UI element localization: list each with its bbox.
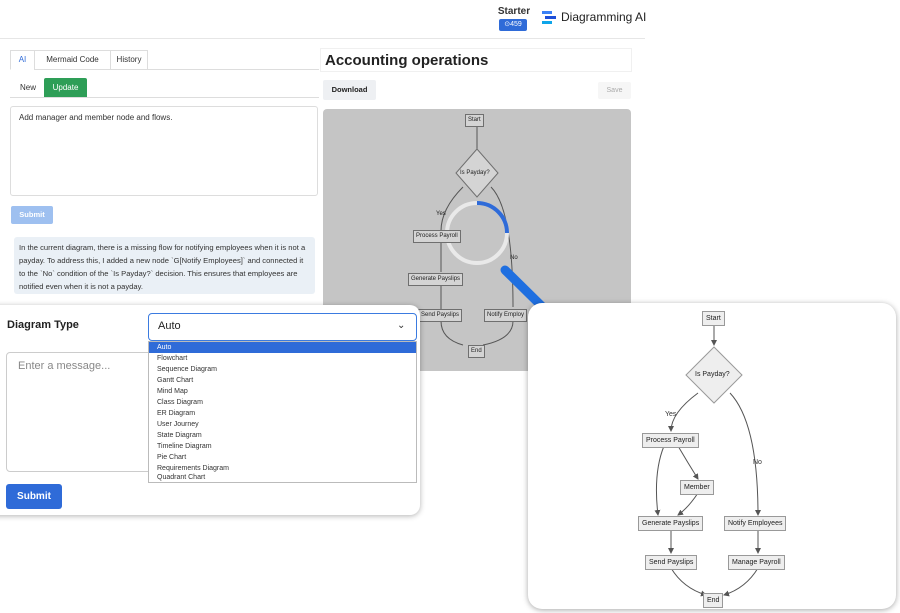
option-pie-chart[interactable]: Pie Chart: [149, 452, 416, 463]
option-gantt-chart[interactable]: Gantt Chart: [149, 375, 416, 386]
chevron-down-icon: ⌄: [397, 320, 406, 331]
zoomed-diagram-card: Start Is Payday? Process Payroll Member …: [528, 303, 896, 609]
zoom-node-notify[interactable]: Notify Employees: [724, 516, 787, 531]
submit-button-disabled[interactable]: Submit: [11, 206, 53, 224]
credits-badge[interactable]: ⊙459: [499, 19, 527, 31]
tab-ai[interactable]: AI: [10, 50, 35, 70]
preview-node-decision[interactable]: Is Payday?: [458, 168, 492, 179]
message-placeholder: Enter a message...: [18, 360, 111, 372]
option-user-journey[interactable]: User Journey: [149, 419, 416, 430]
preview-node-send[interactable]: Send Payslips: [418, 309, 463, 322]
preview-label-yes: Yes: [436, 211, 446, 217]
preview-node-start[interactable]: Start: [465, 114, 484, 127]
tab-history[interactable]: History: [110, 50, 148, 70]
zoom-node-send[interactable]: Send Payslips: [645, 555, 698, 570]
zoom-label-yes: Yes: [665, 411, 677, 418]
download-button[interactable]: Download: [323, 80, 376, 100]
diagram-type-value: Auto: [158, 320, 181, 332]
zoom-label-no: No: [753, 459, 762, 466]
zoom-node-end[interactable]: End: [703, 593, 724, 608]
option-mind-map[interactable]: Mind Map: [149, 386, 416, 397]
preview-node-process[interactable]: Process Payroll: [413, 230, 461, 243]
zoom-node-start[interactable]: Start: [702, 311, 725, 326]
logo-icon: [542, 11, 556, 24]
zoom-node-process[interactable]: Process Payroll: [642, 433, 699, 448]
editor-tabs: AI Mermaid Code History: [10, 50, 319, 70]
subtab-update[interactable]: Update: [44, 78, 87, 97]
zoom-node-decision[interactable]: Is Payday?: [692, 368, 733, 381]
subtab-new[interactable]: New: [13, 78, 43, 97]
diagram-title[interactable]: Accounting operations: [325, 52, 631, 69]
prompt-textarea[interactable]: Add manager and member node and flows.: [10, 106, 318, 196]
diagram-type-label: Diagram Type: [7, 319, 79, 331]
plan-name: Starter: [497, 6, 531, 17]
save-button[interactable]: Save: [598, 82, 631, 99]
option-quadrant-chart[interactable]: Quadrant Chart: [149, 472, 416, 483]
option-flowchart[interactable]: Flowchart: [149, 353, 416, 364]
option-er-diagram[interactable]: ER Diagram: [149, 408, 416, 419]
option-timeline-diagram[interactable]: Timeline Diagram: [149, 441, 416, 452]
option-auto[interactable]: Auto: [149, 342, 416, 353]
tab-mermaid-code[interactable]: Mermaid Code: [34, 50, 111, 70]
zoom-node-member[interactable]: Member: [680, 480, 714, 495]
brand-name[interactable]: Diagramming AI: [561, 10, 646, 24]
option-sequence-diagram[interactable]: Sequence Diagram: [149, 364, 416, 375]
subtab-divider: [10, 97, 319, 98]
zoom-edges: [654, 323, 761, 597]
option-state-diagram[interactable]: State Diagram: [149, 430, 416, 441]
diagram-type-select[interactable]: [148, 313, 417, 341]
submit-button[interactable]: Submit: [6, 484, 62, 509]
ai-response-message: In the current diagram, there is a missi…: [14, 237, 315, 294]
zoom-node-manage[interactable]: Manage Payroll: [728, 555, 785, 570]
preview-node-generate[interactable]: Generate Payslips: [408, 273, 464, 286]
zoom-node-generate[interactable]: Generate Payslips: [638, 516, 704, 531]
option-class-diagram[interactable]: Class Diagram: [149, 397, 416, 408]
preview-node-end[interactable]: End: [468, 345, 485, 358]
diagram-type-dropdown: Auto Flowchart Sequence Diagram Gantt Ch…: [148, 341, 417, 483]
